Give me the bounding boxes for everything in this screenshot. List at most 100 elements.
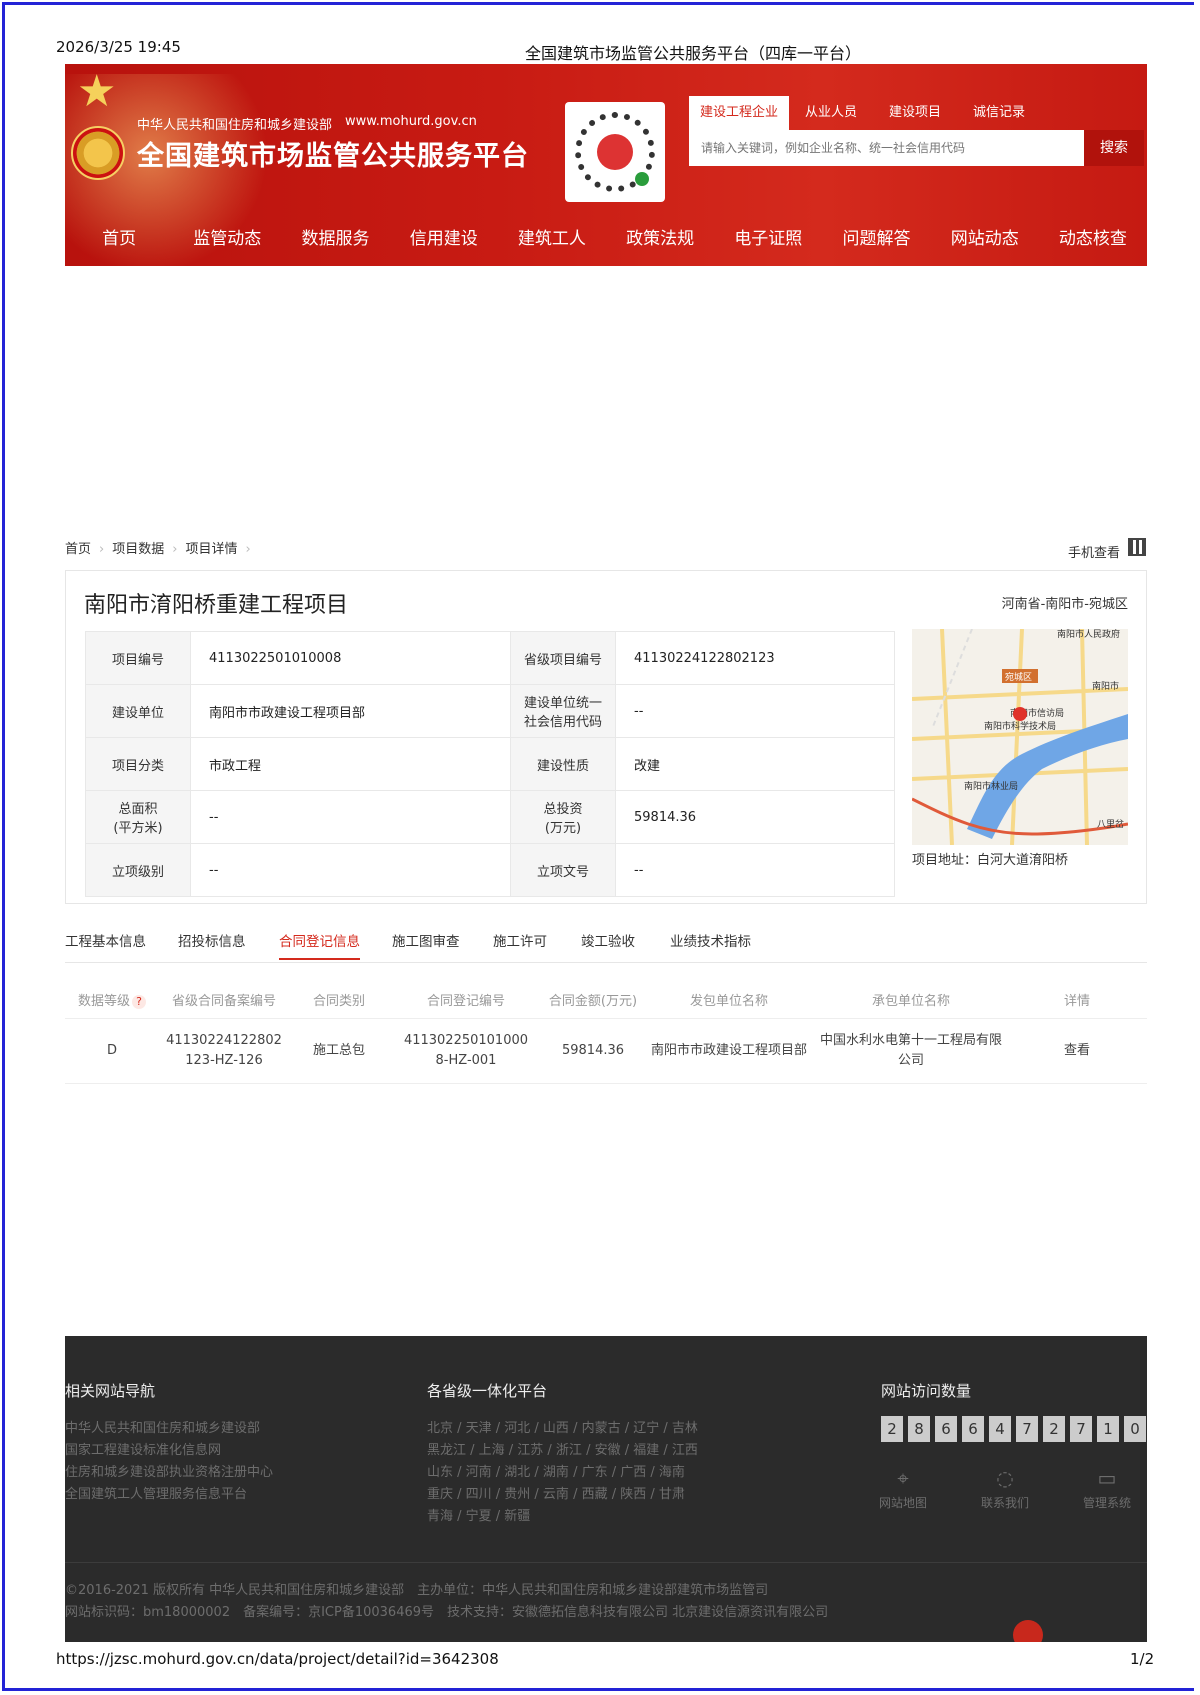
footer-divider (65, 1562, 1147, 1563)
footer-link[interactable]: 中华人民共和国住房和城乡建设部 (65, 1418, 273, 1440)
search-input[interactable] (689, 130, 1084, 166)
footer-prov-title: 各省级一体化平台 (427, 1382, 548, 1400)
search-tab-credit[interactable]: 诚信记录 (957, 96, 1041, 130)
value-approval-doc: -- (615, 843, 895, 897)
chat-icon: ◌ (996, 1466, 1014, 1490)
icp-text: 网站标识码：bm18000002 备案编号：京ICP备10036469号 技术支… (65, 1605, 829, 1620)
view-detail-link[interactable]: 查看 (1007, 1018, 1147, 1084)
cell-amount: 59814.36 (543, 1018, 643, 1084)
value-nature: 改建 (615, 737, 895, 791)
label-prov-no: 省级项目编号 (510, 631, 616, 685)
svg-text:八里岔: 八里岔 (1097, 819, 1124, 830)
tab-performance[interactable]: 业绩技术指标 (670, 930, 751, 950)
tab-basic-info[interactable]: 工程基本信息 (65, 930, 146, 950)
nav-policy[interactable]: 政策法规 (606, 212, 714, 266)
contact-link[interactable]: ◌ 联系我们 (975, 1466, 1035, 1511)
nav-home[interactable]: 首页 (65, 212, 173, 266)
label-credit-code: 建设单位统一 社会信用代码 (510, 684, 616, 738)
qr-mini-icon[interactable] (1128, 538, 1146, 556)
ministry-name: 中华人民共和国住房和城乡建设部 (137, 118, 333, 133)
search-button[interactable]: 搜索 (1084, 130, 1144, 166)
breadcrumb-home[interactable]: 首页 (65, 542, 91, 557)
value-project-no: 4113022501010008 (190, 631, 511, 685)
search-tab-projects[interactable]: 建设项目 (873, 96, 957, 130)
admin-link[interactable]: ▭ 管理系统 (1077, 1466, 1137, 1511)
nav-faq[interactable]: 问题解答 (822, 212, 930, 266)
tab-drawing-review[interactable]: 施工图审查 (392, 930, 460, 950)
detail-tabs: 工程基本信息 招投标信息 合同登记信息 施工图审查 施工许可 竣工验收 业绩技术… (65, 930, 1147, 963)
tab-bidding[interactable]: 招投标信息 (178, 930, 246, 950)
table-header-row: 数据等级? 省级合同备案编号 合同类别 合同登记编号 合同金额(万元) 发包单位… (65, 980, 1147, 1019)
th-amount: 合同金额(万元) (543, 980, 643, 1019)
footer-link[interactable]: 国家工程建设标准化信息网 (65, 1440, 273, 1462)
nav-news[interactable]: 网站动态 (931, 212, 1039, 266)
counter-digit: 7 (1016, 1416, 1038, 1442)
label-project-no: 项目编号 (85, 631, 191, 685)
prov-line[interactable]: 北京 / 天津 / 河北 / 山西 / 内蒙古 / 辽宁 / 吉林 (427, 1418, 698, 1440)
search-tab-enterprise[interactable]: 建设工程企业 (689, 96, 789, 130)
nav-certificates[interactable]: 电子证照 (714, 212, 822, 266)
counter-digit: 7 (1070, 1416, 1092, 1442)
value-category: 市政工程 (190, 737, 511, 791)
footer-link[interactable]: 住房和城乡建设部执业资格注册中心 (65, 1462, 273, 1484)
project-map[interactable]: 宛城区 南阳市人民政府 南阳市 南阳市信访局 南阳市科学技术局 南阳市林业局 八… (912, 629, 1128, 845)
cell-grade: D (65, 1018, 159, 1084)
label-approval-level: 立项级别 (85, 843, 191, 897)
site-header: ★ 中华人民共和国住房和城乡建设部 www.mohurd.gov.cn 全国建筑… (65, 64, 1147, 266)
ministry-url[interactable]: www.mohurd.gov.cn (345, 114, 477, 129)
site-footer: 相关网站导航 中华人民共和国住房和城乡建设部 国家工程建设标准化信息网 住房和城… (65, 1336, 1147, 1642)
gov-logo-icon[interactable] (1013, 1620, 1043, 1642)
counter-digit: 8 (908, 1416, 930, 1442)
counter-digit: 2 (881, 1416, 903, 1442)
footer-prov-links: 北京 / 天津 / 河北 / 山西 / 内蒙古 / 辽宁 / 吉林 黑龙江 / … (427, 1418, 698, 1528)
cell-reg-no: 411302250101000 8-HZ-001 (389, 1018, 543, 1084)
help-icon[interactable]: ? (132, 994, 146, 1009)
nav-data[interactable]: 数据服务 (281, 212, 389, 266)
footer-link[interactable]: 全国建筑工人管理服务信息平台 (65, 1484, 273, 1506)
project-region: 河南省-南阳市-宛城区 (1001, 597, 1128, 612)
label-category: 项目分类 (85, 737, 191, 791)
star-icon: ★ (77, 66, 117, 117)
nav-credit[interactable]: 信用建设 (390, 212, 498, 266)
th-contractor: 承包单位名称 (815, 980, 1007, 1019)
th-type: 合同类别 (289, 980, 389, 1019)
nav-supervision[interactable]: 监管动态 (173, 212, 281, 266)
search-tab-personnel[interactable]: 从业人员 (789, 96, 873, 130)
value-investment: 59814.36 (615, 790, 895, 844)
breadcrumb-project-detail: 项目详情 (185, 542, 238, 557)
monitor-icon: ▭ (1097, 1466, 1117, 1490)
search-box: 建设工程企业 从业人员 建设项目 诚信记录 搜索 (689, 96, 1144, 204)
value-area: -- (190, 790, 511, 844)
svg-text:南阳市科学技术局: 南阳市科学技术局 (984, 720, 1056, 732)
copyright-text: ©2016-2021 版权所有 中华人民共和国住房和城乡建设部 主办单位：中华人… (65, 1583, 769, 1598)
cell-contractor-link[interactable]: 中国水利水电第十一工程局有限 公司 (815, 1018, 1007, 1084)
footer-nav-title: 相关网站导航 (65, 1382, 156, 1400)
sitemap-link[interactable]: ⌖ 网站地图 (873, 1466, 933, 1511)
tab-construction-permit[interactable]: 施工许可 (493, 930, 547, 950)
counter-digit: 1 (1097, 1416, 1119, 1442)
th-grade: 数据等级? (65, 980, 159, 1019)
tab-completion[interactable]: 竣工验收 (581, 930, 635, 950)
nav-workers[interactable]: 建筑工人 (498, 212, 606, 266)
label-approval-doc: 立项文号 (510, 843, 616, 897)
footer-visits-title: 网站访问数量 (881, 1382, 972, 1400)
value-credit-code: -- (615, 684, 895, 738)
prov-line[interactable]: 重庆 / 四川 / 贵州 / 云南 / 西藏 / 陕西 / 甘肃 (427, 1484, 698, 1506)
prov-line[interactable]: 山东 / 河南 / 湖北 / 湖南 / 广东 / 广西 / 海南 (427, 1462, 698, 1484)
label-builder: 建设单位 (85, 684, 191, 738)
cell-type: 施工总包 (289, 1018, 389, 1084)
svg-text:南阳市人民政府: 南阳市人民政府 (1057, 629, 1120, 640)
site-name[interactable]: 全国建筑市场监管公共服务平台 (137, 134, 529, 173)
nav-verification[interactable]: 动态核查 (1039, 212, 1147, 266)
prov-line[interactable]: 青海 / 宁夏 / 新疆 (427, 1506, 698, 1528)
svg-text:南阳市林业局: 南阳市林业局 (964, 780, 1018, 792)
label-area: 总面积 (平方米) (85, 790, 191, 844)
print-page-number: 1/2 (1130, 1650, 1155, 1668)
prov-line[interactable]: 黑龙江 / 上海 / 江苏 / 浙江 / 安徽 / 福建 / 江西 (427, 1440, 698, 1462)
breadcrumb-project-data[interactable]: 项目数据 (112, 542, 164, 557)
print-url: https://jzsc.mohurd.gov.cn/data/project/… (56, 1650, 499, 1668)
tab-contract[interactable]: 合同登记信息 (279, 930, 360, 960)
mobile-view-link[interactable]: 手机查看 (1068, 542, 1120, 561)
qr-code-icon (565, 102, 665, 202)
map-pin-icon: ⌖ (897, 1466, 909, 1490)
